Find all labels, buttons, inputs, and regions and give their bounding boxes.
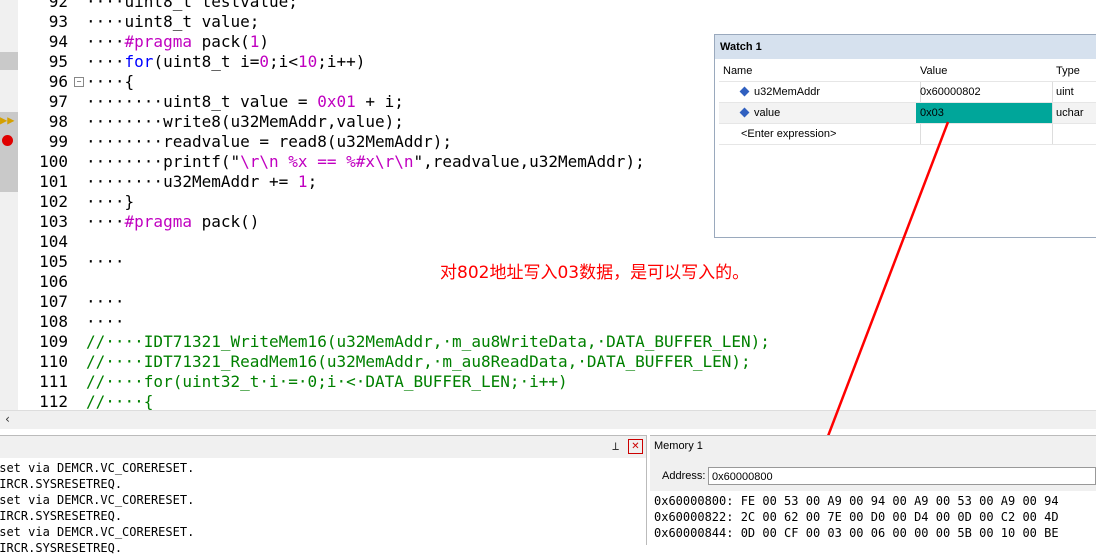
memory-dump[interactable]: 0x60000800: FE 00 53 00 A9 00 94 00 A9 0… <box>650 491 1096 545</box>
log-line: AIRCR.SYSRESETREQ. <box>0 541 123 555</box>
memory-title: Memory 1 <box>654 440 703 452</box>
memory-line[interactable]: 0x60000822: 2C 00 62 00 7E 00 D0 00 D4 0… <box>654 509 1059 525</box>
log-line: AIRCR.SYSRESETREQ. <box>0 477 123 491</box>
memory-line[interactable]: 0x60000844: 0D 00 CF 00 03 00 06 00 00 0… <box>654 525 1059 541</box>
address-label: Address: <box>662 470 706 482</box>
memory-window: Memory 1 Address: 0x60000800 0x60000800:… <box>650 435 1096 545</box>
close-icon[interactable]: ✕ <box>628 439 643 454</box>
log-line: AIRCR.SYSRESETREQ. <box>0 509 123 523</box>
log-line: eset via DEMCR.VC_CORERESET. <box>0 461 195 475</box>
address-input[interactable]: 0x60000800 <box>708 467 1096 485</box>
output-panel: ⊥ ✕ eset via DEMCR.VC_CORERESET. AIRCR.SY… <box>0 435 647 555</box>
log-line: eset via DEMCR.VC_CORERESET. <box>0 493 195 507</box>
log-line: eset via DEMCR.VC_CORERESET. <box>0 525 195 539</box>
pin-icon[interactable]: ⊥ <box>612 439 619 453</box>
output-panel-titlebar: ⊥ ✕ <box>0 436 646 458</box>
memory-line[interactable]: 0x60000800: FE 00 53 00 A9 00 94 00 A9 0… <box>654 493 1059 509</box>
